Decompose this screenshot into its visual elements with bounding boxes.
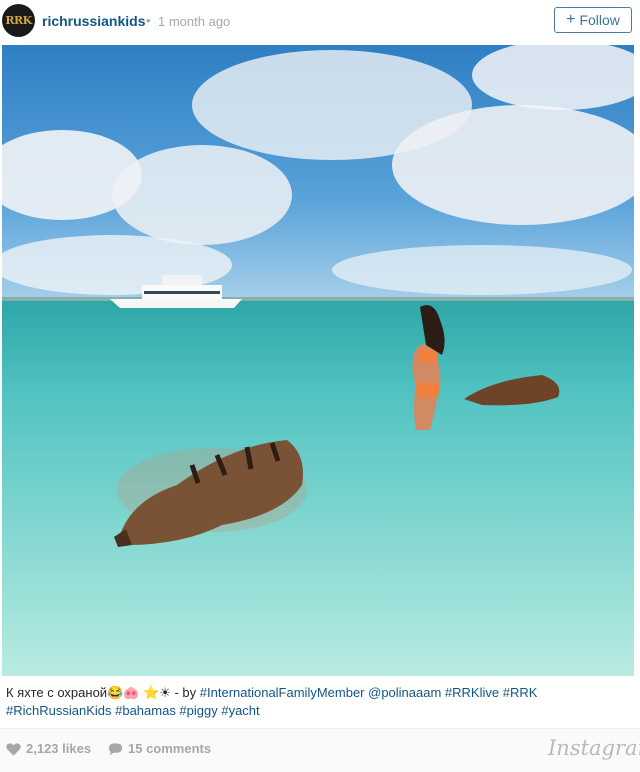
- comment-bubble-icon: [108, 742, 123, 755]
- caption-text: К яхте с охраной😂🐽 ⭐☀ - by: [6, 685, 200, 700]
- comments-count: 15 comments: [128, 741, 212, 756]
- plus-icon: +: [566, 11, 576, 28]
- photo-image: [2, 45, 634, 676]
- separator-dot: •: [146, 13, 151, 28]
- username-link[interactable]: richrussiankids: [42, 13, 146, 29]
- post-caption: К яхте с охраной😂🐽 ⭐☀ - by #Internationa…: [6, 684, 626, 720]
- post-footer: 2,123 likes 15 comments Instagram: [0, 728, 640, 772]
- post-header: RRK richrussiankids • 1 month ago + Foll…: [0, 0, 640, 44]
- follow-button[interactable]: + Follow: [554, 7, 632, 33]
- heart-icon: [6, 742, 21, 756]
- likes-count: 2,123 likes: [26, 741, 92, 756]
- likes-button[interactable]: 2,123 likes: [6, 741, 91, 756]
- avatar-text: RRK: [5, 14, 32, 27]
- post-photo[interactable]: [2, 45, 634, 676]
- avatar[interactable]: RRK: [2, 4, 35, 37]
- follow-label: Follow: [579, 12, 620, 28]
- comments-button[interactable]: 15 comments: [108, 741, 211, 756]
- post-timestamp[interactable]: 1 month ago: [158, 14, 230, 29]
- instagram-logo[interactable]: Instagram: [548, 736, 640, 760]
